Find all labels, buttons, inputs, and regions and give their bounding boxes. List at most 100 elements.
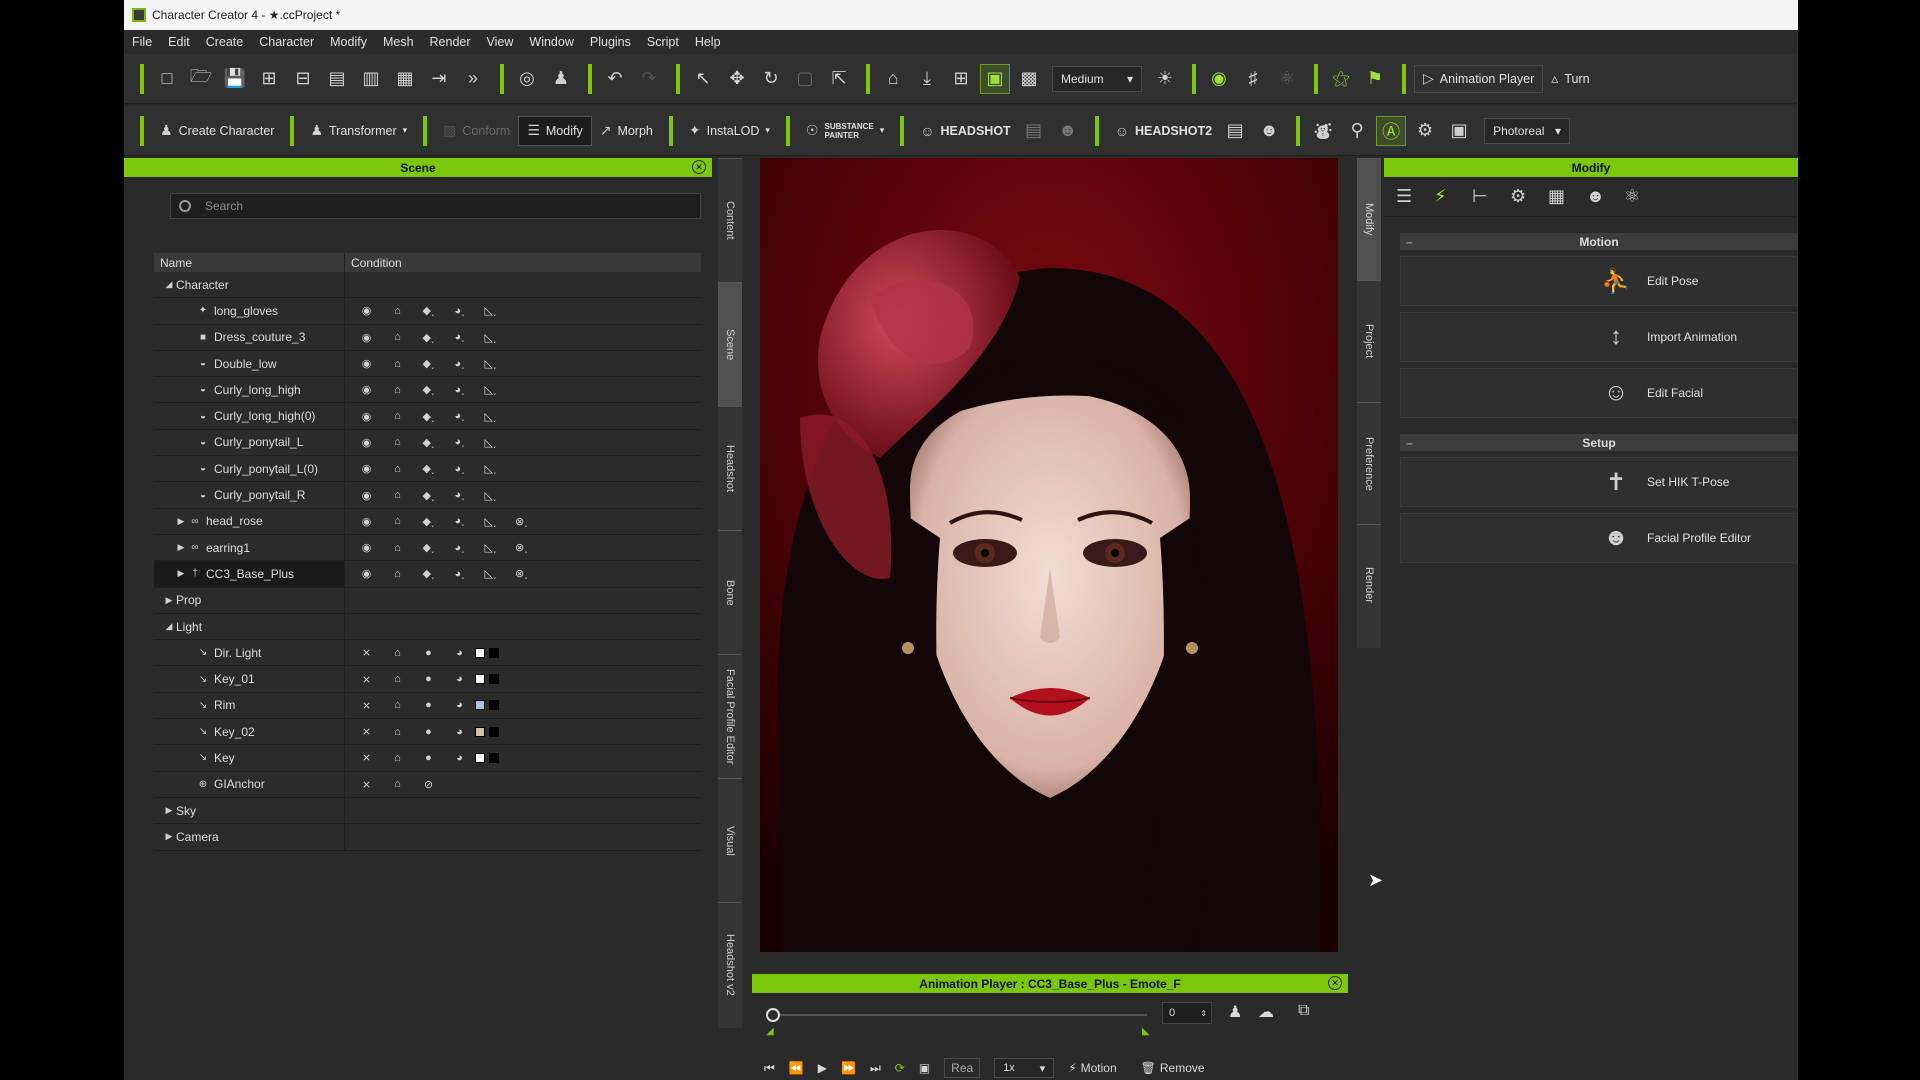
shadow-icon[interactable]: ◕˯: [444, 542, 475, 554]
step-forward-icon[interactable]: ⏩: [841, 1061, 856, 1075]
target-icon[interactable]: ◎: [512, 64, 542, 94]
material-icon[interactable]: ◆˯: [413, 410, 444, 423]
remove-button[interactable]: 🗑 Remove: [1141, 1061, 1205, 1075]
light-visibility-icon[interactable]: ⨯: [351, 725, 382, 738]
calendar-icon[interactable]: ▣: [1444, 116, 1474, 146]
collapse-icon[interactable]: –: [1406, 436, 1413, 450]
material-icon[interactable]: ◆˯: [413, 515, 444, 528]
tree-row[interactable]: ■ Dress_couture_3 ◉ ⌂ ◆˯ ◕˯ ◺˯: [154, 324, 701, 351]
section-header[interactable]: – Motion: [1400, 233, 1798, 250]
side-tab-visual[interactable]: Visual: [718, 778, 742, 902]
tree-row-name[interactable]: ⊕ GIAnchor: [154, 771, 345, 797]
wireframe-icon[interactable]: ◺˯: [475, 410, 506, 423]
physics-icon[interactable]: ◉: [1204, 64, 1234, 94]
headshot2-button[interactable]: ☺ HEADSHOT2: [1107, 116, 1220, 146]
light-shadow-icon[interactable]: ◕: [444, 752, 475, 764]
render-mode-dropdown[interactable]: Photoreal ▾: [1484, 117, 1571, 144]
disabled-icon[interactable]: ⊘: [413, 778, 444, 791]
light-on-icon[interactable]: ●: [413, 673, 444, 685]
light-on-icon[interactable]: ●: [413, 726, 444, 738]
headshot2-tool-icon[interactable]: ▤: [1220, 116, 1250, 146]
render-engine-icon[interactable]: ⛇: [1308, 116, 1338, 146]
search-box[interactable]: Search: [170, 193, 701, 219]
facial-profile-editor-button[interactable]: ☻ Facial Profile Editor: [1400, 513, 1798, 563]
scale-icon[interactable]: ▢: [790, 64, 820, 94]
tree-row[interactable]: ↘ Key ⨯ ⌂ ● ◕: [154, 745, 701, 772]
material-icon[interactable]: ◆˯: [413, 331, 444, 344]
timeline-handle[interactable]: [766, 1008, 780, 1022]
light-visibility-icon[interactable]: ⨯: [351, 699, 382, 712]
material-icon[interactable]: ◆˯: [413, 357, 444, 370]
export-obj-icon[interactable]: ▤: [322, 64, 352, 94]
side-tab-preference[interactable]: Preference: [1357, 402, 1381, 524]
tree-row[interactable]: ▶ Camera: [154, 824, 701, 851]
lock-icon[interactable]: ⌂: [382, 384, 413, 396]
more-icon[interactable]: »: [458, 64, 488, 94]
tree-row-name[interactable]: ↘ Key_02: [154, 719, 345, 745]
visibility-icon[interactable]: ◉: [351, 541, 382, 554]
lock-icon[interactable]: ⌂: [382, 515, 413, 527]
tree-row-name[interactable]: ▶ † CC3_Base_Plus: [154, 561, 345, 587]
quality-dropdown[interactable]: Medium ▾: [1052, 65, 1142, 92]
side-tab-scene[interactable]: Scene: [718, 282, 742, 406]
tree-row[interactable]: ↘ Key_01 ⨯ ⌂ ● ◕: [154, 666, 701, 693]
menu-edit[interactable]: Edit: [168, 35, 190, 49]
wireframe-icon[interactable]: ◺˯: [475, 357, 506, 370]
expand-arrow-icon[interactable]: ▶: [162, 831, 176, 842]
substance-painter-button[interactable]: ☉ SUBSTANCE PAINTER ▾: [798, 116, 892, 146]
edit-pose-button[interactable]: ⛹ Edit Pose: [1400, 256, 1798, 306]
create-character-button[interactable]: ♟ Create Character: [152, 116, 282, 146]
range-end-marker[interactable]: ◣: [1142, 1026, 1150, 1037]
export-fbx-icon[interactable]: ▥: [356, 64, 386, 94]
collapse-arrow-icon[interactable]: ◢: [162, 279, 176, 290]
menu-modify[interactable]: Modify: [330, 35, 367, 49]
render-settings-icon[interactable]: ⚙: [1410, 116, 1440, 146]
tree-row-name[interactable]: ▶ ∞ earring1: [154, 534, 345, 561]
shadow-icon[interactable]: ◕˯: [444, 331, 475, 343]
tree-row[interactable]: ◒ Curly_ponytail_L(0) ◉ ⌂ ◆˯ ◕˯ ◺˯: [154, 456, 701, 483]
side-tab-headshot-v2[interactable]: Headshot v2: [718, 902, 742, 1026]
collapse-arrow-icon[interactable]: ◢: [162, 621, 176, 632]
redo-icon[interactable]: ↷: [634, 64, 664, 94]
attach-icon[interactable]: ⊗˯: [506, 515, 537, 528]
shadow-icon[interactable]: ◕˯: [444, 515, 475, 527]
tree-row[interactable]: ⊕ GIAnchor ⨯ ⌂ ⊘: [154, 771, 701, 798]
menu-create[interactable]: Create: [206, 35, 244, 49]
pose-mode-icon[interactable]: ⚝: [1326, 64, 1356, 94]
subtitle-icon[interactable]: ▣: [919, 1061, 930, 1075]
side-tab-render[interactable]: Render: [1357, 524, 1381, 646]
menu-render[interactable]: Render: [430, 35, 471, 49]
tree-row[interactable]: ◢ Light: [154, 613, 701, 641]
conform-button[interactable]: ▨ Conform: [435, 116, 518, 146]
shadow-icon[interactable]: ◕˯: [444, 384, 475, 396]
attach-icon[interactable]: ⊗˯: [506, 567, 537, 580]
tree-row-name[interactable]: ◒ Curly_ponytail_L(0): [154, 456, 345, 482]
headshot-button[interactable]: ☺ HEADSHOT: [912, 116, 1018, 146]
wireframe-icon[interactable]: ◺˯: [475, 541, 506, 554]
expand-arrow-icon[interactable]: ▶: [174, 516, 188, 527]
expand-arrow-icon[interactable]: ▶: [162, 805, 176, 816]
side-tab-project[interactable]: Project: [1357, 280, 1381, 402]
save-icon[interactable]: 💾: [220, 64, 250, 94]
select-icon[interactable]: ↖: [688, 64, 718, 94]
tree-row[interactable]: ↘ Dir. Light ⨯ ⌂ ● ◕: [154, 640, 701, 667]
tree-row[interactable]: ◒ Curly_long_high ◉ ⌂ ◆˯ ◕˯ ◺˯: [154, 377, 701, 404]
light-on-icon[interactable]: ●: [413, 752, 444, 764]
bone-icon[interactable]: ♟: [1228, 1002, 1242, 1022]
column-name[interactable]: Name: [154, 253, 345, 272]
light-shadow-icon[interactable]: ◕: [444, 726, 475, 738]
home-icon[interactable]: ⌂: [878, 64, 908, 94]
realtime-toggle[interactable]: Rea: [944, 1058, 981, 1078]
cloth-icon[interactable]: ♯: [1238, 64, 1268, 94]
section-header[interactable]: – Setup: [1400, 434, 1798, 451]
headshot-head-icon[interactable]: ☻: [1053, 116, 1083, 146]
lock-icon[interactable]: ⌂: [382, 778, 413, 790]
lock-icon[interactable]: ⌂: [382, 699, 413, 711]
lock-icon[interactable]: ⌂: [382, 410, 413, 422]
wireframe-icon[interactable]: ◺˯: [475, 462, 506, 475]
column-condition[interactable]: Condition: [345, 253, 402, 272]
light-color-swatch[interactable]: [475, 726, 485, 737]
wireframe-icon[interactable]: ◺˯: [475, 567, 506, 580]
material-icon[interactable]: ◆˯: [413, 462, 444, 475]
material-icon[interactable]: ◆˯: [413, 436, 444, 449]
